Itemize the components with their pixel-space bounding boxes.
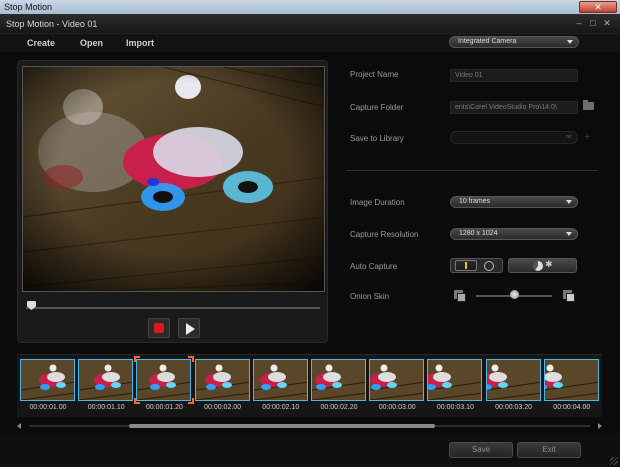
selection-corner	[134, 356, 141, 362]
save-to-library-select	[450, 131, 578, 144]
folder-icon[interactable]	[583, 100, 594, 110]
onion-skin-label: Onion Skin	[350, 292, 390, 301]
frame-image	[428, 360, 482, 400]
app-title: Stop Motion - Video 01	[6, 19, 98, 29]
frame-timecode: 00:00:03.10	[436, 404, 474, 411]
timeline-frame-thumbnail[interactable]	[194, 359, 250, 401]
timeline-frame-thumbnail[interactable]	[427, 359, 483, 401]
auto-capture-label: Auto Capture	[350, 262, 398, 271]
frame-image	[370, 360, 424, 400]
preview-scrub-track[interactable]	[26, 307, 320, 309]
window-titlebar: Stop Motion ✕	[0, 0, 620, 14]
frame-timecode: 00:00:01.00	[29, 404, 67, 411]
preview-panel	[17, 60, 328, 343]
frame-timecode: 00:00:03.20	[495, 404, 533, 411]
close-icon[interactable]: ✕	[602, 18, 612, 28]
capture-folder-label: Capture Folder	[350, 103, 404, 112]
frame-timecode: 00:00:02.10	[262, 404, 300, 411]
image-duration-value: 10 frames	[459, 198, 491, 205]
chevron-down-icon	[567, 40, 573, 44]
onion-skin-less-icon	[454, 290, 466, 302]
project-name-field[interactable]: Video 01	[450, 69, 578, 82]
settings-icon: ✱	[545, 259, 553, 269]
menu-open[interactable]: Open	[80, 38, 103, 48]
frame-image	[253, 360, 307, 400]
frame-timecode: 00:00:01.10	[87, 404, 125, 411]
menu-import[interactable]: Import	[126, 38, 154, 48]
project-name-label: Project Name	[350, 70, 399, 79]
frame-timecode: 00:00:02.00	[204, 404, 242, 411]
timeline-frame-thumbnail[interactable]	[485, 359, 541, 401]
toggle-on-icon	[455, 260, 477, 271]
save-button[interactable]: Save	[449, 442, 513, 458]
frame-image	[486, 360, 540, 400]
frame-timeline: 00:00:01.00 00:00:01.10 00:00:01.20 00:00:0…	[17, 354, 602, 417]
timeline-frame-thumbnail[interactable]	[136, 359, 192, 401]
timeline-frame-thumbnail[interactable]	[252, 359, 308, 401]
frame-timecode: 00:00:01.20	[145, 404, 183, 411]
record-icon	[154, 323, 164, 333]
image-duration-label: Image Duration	[350, 198, 405, 207]
timeline-scrollbar[interactable]	[17, 421, 602, 431]
maximize-icon[interactable]: □	[588, 18, 598, 28]
timeline-frame-thumbnail[interactable]	[78, 359, 134, 401]
timeline-frame-thumbnail[interactable]	[20, 359, 75, 401]
onion-skin-slider-handle[interactable]	[509, 290, 519, 299]
capture-button[interactable]	[148, 318, 170, 338]
settings-divider	[346, 170, 598, 171]
image-duration-select[interactable]: 10 frames	[450, 196, 578, 208]
preview-image	[23, 67, 324, 291]
scroll-left-icon[interactable]	[17, 423, 21, 429]
camera-select[interactable]: Integrated Camera	[449, 36, 579, 48]
window-close-button[interactable]: ✕	[579, 1, 617, 13]
frame-image	[195, 360, 249, 400]
frame-image	[544, 360, 598, 400]
minimize-icon[interactable]: –	[574, 18, 584, 28]
frame-image	[312, 360, 365, 400]
capture-resolution-value: 1280 x 1024	[459, 230, 498, 237]
chevron-down-icon	[566, 200, 572, 204]
timeline-frame-thumbnail[interactable]	[311, 359, 366, 401]
exit-button[interactable]: Exit	[517, 442, 581, 458]
app-titlebar: Stop Motion - Video 01 – □ ✕	[0, 14, 620, 34]
timeline-frame-thumbnail[interactable]	[543, 359, 599, 401]
frame-image	[137, 360, 191, 400]
plus-icon: +	[584, 131, 591, 143]
close-icon: ✕	[594, 2, 602, 12]
frame-timecode: 00:00:02.20	[320, 404, 358, 411]
window-title: Stop Motion	[4, 2, 53, 12]
chevron-down-icon	[566, 232, 572, 236]
play-button[interactable]	[178, 318, 200, 338]
onion-skin-more-icon	[563, 290, 575, 302]
capture-folder-field[interactable]: ents\Corel VideoStudio Pro\14.0\	[450, 101, 578, 114]
capture-resolution-label: Capture Resolution	[350, 230, 419, 239]
capture-resolution-select[interactable]: 1280 x 1024	[450, 228, 578, 240]
scroll-right-icon[interactable]	[598, 423, 602, 429]
timeline-frame-thumbnail[interactable]	[369, 359, 425, 401]
menu-create[interactable]: Create	[27, 38, 55, 48]
timer-icon	[533, 261, 543, 271]
camera-select-value: Integrated Camera	[458, 38, 517, 45]
play-icon	[186, 323, 195, 335]
auto-capture-toggle[interactable]	[450, 258, 503, 273]
camera-preview	[22, 66, 325, 292]
frame-image	[79, 360, 133, 400]
save-to-library-label: Save to Library	[350, 134, 404, 143]
frame-image	[21, 360, 74, 400]
frame-timecode: 00:00:03.00	[378, 404, 416, 411]
chevron-down-icon	[566, 135, 572, 139]
toggle-off-icon	[484, 261, 494, 271]
scroll-thumb[interactable]	[129, 424, 435, 428]
frame-timecode: 00:00:04.00	[553, 404, 591, 411]
auto-capture-timer-button[interactable]: ✱	[508, 258, 577, 273]
selection-corner	[188, 356, 195, 362]
resize-grip-icon[interactable]	[610, 457, 618, 465]
